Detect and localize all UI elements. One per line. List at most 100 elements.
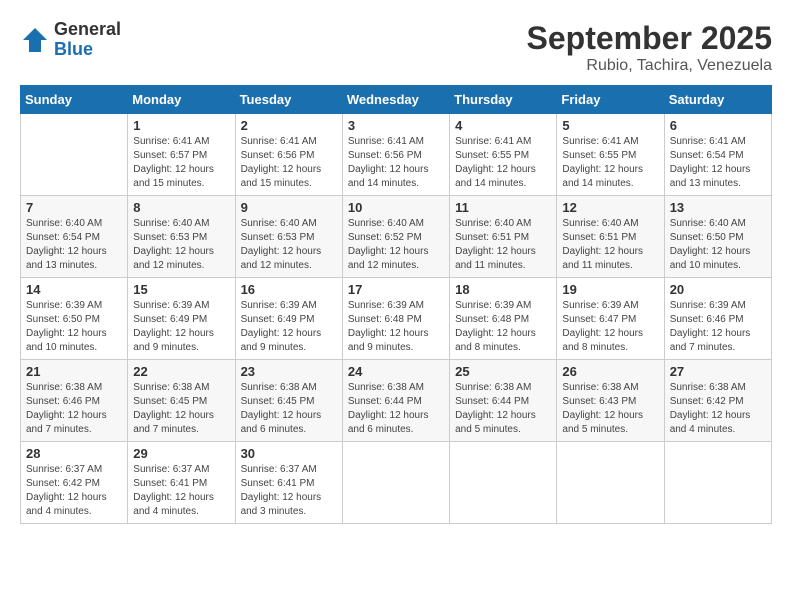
day-number: 9	[241, 200, 337, 215]
calendar-cell	[557, 442, 664, 524]
calendar-cell: 24 Sunrise: 6:38 AM Sunset: 6:44 PM Dayli…	[342, 360, 449, 442]
day-number: 19	[562, 282, 658, 297]
day-number: 2	[241, 118, 337, 133]
day-number: 12	[562, 200, 658, 215]
day-info: Sunrise: 6:39 AM Sunset: 6:49 PM Dayligh…	[241, 299, 337, 355]
day-info: Sunrise: 6:40 AM Sunset: 6:51 PM Dayligh…	[455, 217, 551, 273]
calendar-cell: 10Sunrise: 6:40 AM Sunset: 6:52 PM Dayli…	[342, 196, 449, 278]
day-info: Sunrise: 6:39 AM Sunset: 6:48 PM Dayligh…	[455, 299, 551, 355]
day-info: Sunrise: 6:38 AM Sunset: 6:44 PM Dayligh…	[348, 381, 444, 437]
calendar-header-row: SundayMondayTuesdayWednesdayThursdayFrid…	[21, 86, 772, 114]
day-info: Sunrise: 6:38 AM Sunset: 6:43 PM Dayligh…	[562, 381, 658, 437]
calendar-cell: 18 Sunrise: 6:39 AM Sunset: 6:48 PM Dayli…	[450, 278, 557, 360]
day-number: 7	[26, 200, 122, 215]
calendar-cell: 3 Sunrise: 6:41 AM Sunset: 6:56 PM Daylig…	[342, 114, 449, 196]
day-number: 5	[562, 118, 658, 133]
header-day-saturday: Saturday	[664, 86, 771, 114]
day-info: Sunrise: 6:39 AM Sunset: 6:49 PM Dayligh…	[133, 299, 229, 355]
calendar-cell: 11 Sunrise: 6:40 AM Sunset: 6:51 PM Dayli…	[450, 196, 557, 278]
day-number: 6	[670, 118, 766, 133]
day-info: Sunrise: 6:39 AM Sunset: 6:48 PM Dayligh…	[348, 299, 444, 355]
header-day-wednesday: Wednesday	[342, 86, 449, 114]
day-number: 29	[133, 446, 229, 461]
calendar-cell: 9Sunrise: 6:40 AM Sunset: 6:53 PM Daylig…	[235, 196, 342, 278]
day-number: 20	[670, 282, 766, 297]
day-info: Sunrise: 6:41 AM Sunset: 6:56 PM Dayligh…	[348, 135, 444, 191]
day-number: 26	[562, 364, 658, 379]
day-info: Sunrise: 6:37 AM Sunset: 6:41 PM Dayligh…	[241, 463, 337, 519]
calendar-cell	[21, 114, 128, 196]
calendar-cell: 20 Sunrise: 6:39 AM Sunset: 6:46 PM Dayli…	[664, 278, 771, 360]
day-number: 4	[455, 118, 551, 133]
logo-text: General Blue	[54, 20, 121, 60]
title-block: September 2025 Rubio, Tachira, Venezuela	[527, 20, 772, 75]
calendar-cell: 28Sunrise: 6:37 AM Sunset: 6:42 PM Dayli…	[21, 442, 128, 524]
calendar-cell: 4 Sunrise: 6:41 AM Sunset: 6:55 PM Daylig…	[450, 114, 557, 196]
day-info: Sunrise: 6:41 AM Sunset: 6:55 PM Dayligh…	[562, 135, 658, 191]
calendar-cell: 15Sunrise: 6:39 AM Sunset: 6:49 PM Dayli…	[128, 278, 235, 360]
calendar-week-4: 21Sunrise: 6:38 AM Sunset: 6:46 PM Dayli…	[21, 360, 772, 442]
calendar-cell: 7 Sunrise: 6:40 AM Sunset: 6:54 PM Daylig…	[21, 196, 128, 278]
calendar-cell: 8 Sunrise: 6:40 AM Sunset: 6:53 PM Daylig…	[128, 196, 235, 278]
day-number: 11	[455, 200, 551, 215]
day-info: Sunrise: 6:40 AM Sunset: 6:52 PM Dayligh…	[348, 217, 444, 273]
day-info: Sunrise: 6:39 AM Sunset: 6:47 PM Dayligh…	[562, 299, 658, 355]
logo-blue: Blue	[54, 40, 121, 60]
calendar-cell: 6 Sunrise: 6:41 AM Sunset: 6:54 PM Daylig…	[664, 114, 771, 196]
day-info: Sunrise: 6:37 AM Sunset: 6:41 PM Dayligh…	[133, 463, 229, 519]
calendar-cell: 25 Sunrise: 6:38 AM Sunset: 6:44 PM Dayli…	[450, 360, 557, 442]
day-info: Sunrise: 6:40 AM Sunset: 6:51 PM Dayligh…	[562, 217, 658, 273]
header-day-thursday: Thursday	[450, 86, 557, 114]
header-day-friday: Friday	[557, 86, 664, 114]
day-info: Sunrise: 6:38 AM Sunset: 6:45 PM Dayligh…	[241, 381, 337, 437]
calendar-body: 1Sunrise: 6:41 AM Sunset: 6:57 PM Daylig…	[21, 114, 772, 524]
day-info: Sunrise: 6:39 AM Sunset: 6:46 PM Dayligh…	[670, 299, 766, 355]
day-number: 13	[670, 200, 766, 215]
calendar-cell: 2 Sunrise: 6:41 AM Sunset: 6:56 PM Daylig…	[235, 114, 342, 196]
day-number: 22	[133, 364, 229, 379]
day-number: 17	[348, 282, 444, 297]
day-info: Sunrise: 6:37 AM Sunset: 6:42 PM Dayligh…	[26, 463, 122, 519]
logo-icon	[20, 25, 50, 55]
day-number: 24	[348, 364, 444, 379]
calendar-cell	[342, 442, 449, 524]
day-number: 14	[26, 282, 122, 297]
location-title: Rubio, Tachira, Venezuela	[527, 57, 772, 75]
calendar-cell	[450, 442, 557, 524]
day-info: Sunrise: 6:38 AM Sunset: 6:45 PM Dayligh…	[133, 381, 229, 437]
logo: General Blue	[20, 20, 121, 60]
day-info: Sunrise: 6:40 AM Sunset: 6:53 PM Dayligh…	[133, 217, 229, 273]
day-number: 8	[133, 200, 229, 215]
page-header: General Blue September 2025 Rubio, Tachi…	[20, 20, 772, 75]
day-info: Sunrise: 6:41 AM Sunset: 6:56 PM Dayligh…	[241, 135, 337, 191]
header-day-monday: Monday	[128, 86, 235, 114]
calendar-cell: 17 Sunrise: 6:39 AM Sunset: 6:48 PM Dayli…	[342, 278, 449, 360]
day-number: 3	[348, 118, 444, 133]
day-info: Sunrise: 6:38 AM Sunset: 6:44 PM Dayligh…	[455, 381, 551, 437]
calendar-cell: 27 Sunrise: 6:38 AM Sunset: 6:42 PM Dayli…	[664, 360, 771, 442]
calendar-cell: 26 Sunrise: 6:38 AM Sunset: 6:43 PM Dayli…	[557, 360, 664, 442]
calendar-cell	[664, 442, 771, 524]
calendar-cell: 5 Sunrise: 6:41 AM Sunset: 6:55 PM Daylig…	[557, 114, 664, 196]
day-info: Sunrise: 6:40 AM Sunset: 6:50 PM Dayligh…	[670, 217, 766, 273]
calendar-cell: 16 Sunrise: 6:39 AM Sunset: 6:49 PM Dayli…	[235, 278, 342, 360]
day-number: 18	[455, 282, 551, 297]
day-info: Sunrise: 6:40 AM Sunset: 6:54 PM Dayligh…	[26, 217, 122, 273]
day-number: 27	[670, 364, 766, 379]
day-number: 16	[241, 282, 337, 297]
logo-general: General	[54, 20, 121, 40]
calendar-table: SundayMondayTuesdayWednesdayThursdayFrid…	[20, 85, 772, 524]
calendar-cell: 14Sunrise: 6:39 AM Sunset: 6:50 PM Dayli…	[21, 278, 128, 360]
day-info: Sunrise: 6:41 AM Sunset: 6:54 PM Dayligh…	[670, 135, 766, 191]
day-info: Sunrise: 6:38 AM Sunset: 6:42 PM Dayligh…	[670, 381, 766, 437]
day-number: 1	[133, 118, 229, 133]
day-number: 25	[455, 364, 551, 379]
calendar-cell: 21Sunrise: 6:38 AM Sunset: 6:46 PM Dayli…	[21, 360, 128, 442]
month-title: September 2025	[527, 20, 772, 57]
calendar-week-2: 7 Sunrise: 6:40 AM Sunset: 6:54 PM Daylig…	[21, 196, 772, 278]
calendar-cell: 30 Sunrise: 6:37 AM Sunset: 6:41 PM Dayli…	[235, 442, 342, 524]
day-info: Sunrise: 6:41 AM Sunset: 6:55 PM Dayligh…	[455, 135, 551, 191]
day-number: 30	[241, 446, 337, 461]
calendar-cell: 19 Sunrise: 6:39 AM Sunset: 6:47 PM Dayli…	[557, 278, 664, 360]
calendar-cell: 29 Sunrise: 6:37 AM Sunset: 6:41 PM Dayli…	[128, 442, 235, 524]
